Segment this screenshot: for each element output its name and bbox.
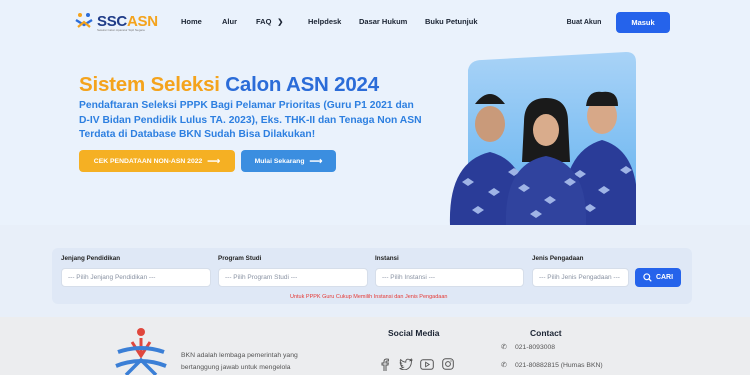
bkn-logo — [112, 326, 170, 375]
cari-button[interactable]: CARI — [635, 268, 681, 287]
social-icons — [378, 357, 455, 371]
nav-helpdesk[interactable]: Helpdesk — [308, 17, 341, 26]
nav-home[interactable]: Home — [181, 17, 202, 26]
facebook-icon[interactable] — [378, 357, 392, 371]
hero-subtitle: Pendaftaran Seleksi PPPK Bagi Pelamar Pr… — [79, 100, 422, 140]
mulai-sekarang-button[interactable]: Mulai Sekarang ⟶ — [241, 150, 336, 172]
jenis-pengadaan-select[interactable]: --- Pilih Jenis Pengadaan --- — [532, 268, 629, 287]
cari-label: CARI — [655, 274, 674, 281]
search-icon — [643, 273, 652, 282]
jenjang-label: Jenjang Pendidikan — [61, 255, 121, 262]
footer-description: BKN adalah lembaga pemerintah yang berta… — [181, 352, 298, 371]
instagram-icon[interactable] — [441, 357, 455, 371]
hero-illustration — [448, 52, 638, 225]
phone-icon: ✆ — [501, 344, 507, 351]
logo-icon — [74, 11, 94, 31]
social-media-heading: Social Media — [388, 328, 440, 338]
contact-phone-2: ✆ 021-80882815 (Humas BKN) — [501, 361, 603, 370]
cek-pendataan-button[interactable]: CEK PENDATAAN NON-ASN 2022 ⟶ — [79, 150, 235, 172]
buat-akun-button[interactable]: Buat Akun — [560, 12, 608, 32]
nav-faq[interactable]: FAQ ❯ — [256, 17, 283, 26]
program-studi-label: Program Studi — [218, 255, 262, 262]
logo-text: SSCASN — [97, 12, 158, 30]
phone-icon: ✆ — [501, 362, 507, 369]
logo[interactable]: SSCASN Seleksi Calon Aparatur Sipil Nega… — [74, 11, 158, 32]
nav-buku-petunjuk[interactable]: Buku Petunjuk — [425, 17, 478, 26]
youtube-icon[interactable] — [420, 357, 434, 371]
hero-title: Sistem Seleksi Calon ASN 2024 — [79, 73, 379, 96]
logo-subtitle: Seleksi Calon Aparatur Sipil Negara — [97, 28, 145, 32]
twitter-icon[interactable] — [399, 357, 413, 371]
instansi-label: Instansi — [375, 255, 399, 262]
contact-phone-1: ✆ 021-8093008 — [501, 343, 556, 352]
instansi-select[interactable]: --- Pilih Instansi --- — [375, 268, 524, 287]
arrow-right-icon: ⟶ — [207, 155, 221, 166]
chevron-down-icon: ❯ — [277, 19, 284, 26]
nav-dasar-hukum[interactable]: Dasar Hukum — [359, 17, 407, 26]
jenis-pengadaan-label: Jenis Pengadaan — [532, 255, 584, 262]
nav-alur[interactable]: Alur — [222, 17, 237, 26]
search-note: Untuk PPPK Guru Cukup Memilih Instansi d… — [290, 294, 448, 300]
nav-faq-label: FAQ — [256, 17, 272, 26]
program-studi-select[interactable]: --- Pilih Program Studi --- — [218, 268, 368, 287]
contact-heading: Contact — [530, 328, 562, 338]
header: SSCASN Seleksi Calon Aparatur Sipil Nega… — [0, 0, 750, 44]
jenjang-select[interactable]: --- Pilih Jenjang Pendidikan --- — [61, 268, 211, 287]
masuk-button[interactable]: Masuk — [616, 12, 670, 33]
arrow-right-icon: ⟶ — [309, 155, 323, 166]
